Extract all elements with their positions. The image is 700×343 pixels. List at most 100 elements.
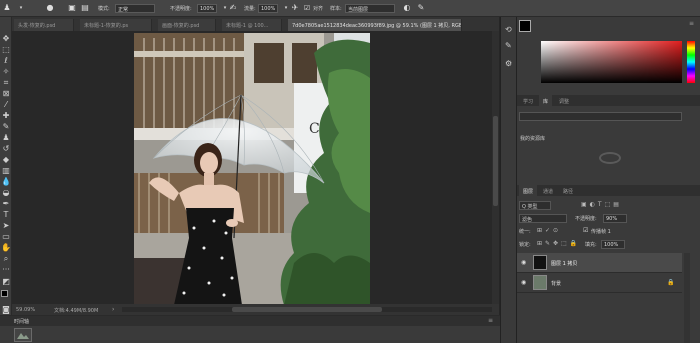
opacity-label: 不透明度:: [170, 6, 192, 12]
collapsed-panel-strip: ⟲ ✎ ⚙: [500, 17, 517, 343]
opacity-input[interactable]: 100%: [197, 4, 217, 13]
rectangle-tool-icon[interactable]: ▭: [1, 232, 11, 242]
more-tools-icon[interactable]: ···: [1, 265, 11, 275]
quick-mask-icon[interactable]: ◙: [1, 305, 11, 315]
layer-name[interactable]: 图层 1 拷贝: [551, 260, 577, 267]
horizontal-scrollbar-thumb[interactable]: [232, 307, 382, 312]
brush-settings-icon[interactable]: ▣: [67, 3, 77, 13]
blur-tool-icon[interactable]: 💧: [1, 177, 11, 187]
layer-opacity-input[interactable]: 90%: [603, 214, 627, 223]
creative-cloud-icon: [599, 152, 621, 164]
layer-row[interactable]: ◉ 背景 🔒: [517, 273, 682, 293]
frame-tool-icon[interactable]: ⊠: [1, 89, 11, 99]
clone-stamp-tool-icon[interactable]: ♟: [2, 3, 12, 13]
photo-illustration: C: [134, 33, 370, 305]
visibility-eye-icon[interactable]: ◉: [521, 279, 526, 286]
panel-menu-icon[interactable]: ≡: [689, 20, 694, 27]
pressure-opacity-icon[interactable]: ✍: [228, 3, 238, 13]
hue-slider[interactable]: [687, 41, 695, 83]
tools-panel: ✥ ⬚ ℓ ✧ ⌗ ⊠ ⁄ ✚ ✎ ♟ ↺ ◆ ▥ 💧 ◒ ✒ T ➤ ▭ ✋ …: [0, 17, 12, 323]
eyedropper-tool-icon[interactable]: ⁄: [1, 100, 11, 110]
mode-select[interactable]: 正常: [115, 4, 155, 13]
frame-thumbnail-icon: [15, 329, 31, 341]
color-field[interactable]: [541, 41, 682, 83]
layers-scrollbar[interactable]: [684, 253, 690, 343]
move-tool-icon[interactable]: ✥: [1, 34, 11, 44]
tab-document[interactable]: 画面-恢复的.psd: [158, 19, 216, 31]
type-tool-icon[interactable]: T: [1, 210, 11, 220]
panel-menu-icon[interactable]: ≡: [488, 317, 493, 324]
lock-label: 锁定:: [519, 242, 531, 248]
crop-tool-icon[interactable]: ⌗: [1, 78, 11, 88]
library-dropdown[interactable]: 我的资源库: [520, 135, 545, 142]
flow-input[interactable]: 100%: [258, 4, 278, 13]
gradient-tool-icon[interactable]: ▥: [1, 166, 11, 176]
default-colors-icon[interactable]: ◩: [1, 277, 11, 287]
healing-brush-tool-icon[interactable]: ✚: [1, 111, 11, 121]
dropdown-arrow-icon[interactable]: ▾: [16, 3, 26, 13]
lock-icons[interactable]: ⊞✎✥⬚🔒: [537, 240, 580, 247]
tab-adjustments[interactable]: 调整: [555, 95, 573, 106]
quick-select-tool-icon[interactable]: ✧: [1, 67, 11, 77]
library-search-input[interactable]: [519, 112, 682, 121]
hand-tool-icon[interactable]: ✋: [1, 243, 11, 253]
layers-panel-tabs: 图层 通道 路径: [517, 185, 700, 196]
tab-active-document[interactable]: 7d0e7805ae1512834deac360993f89.jpg @ 59.…: [288, 19, 462, 31]
tab-layers[interactable]: 图层: [519, 185, 538, 196]
zoom-tool-icon[interactable]: ⌕: [1, 254, 11, 264]
right-panels: ≡ 学习 库 调整 我的资源库 图层 通道 路径 Q 类型 ▣◐T⬚▤ 滤色 不…: [517, 17, 700, 343]
fg-color-swatch[interactable]: [519, 20, 531, 32]
tab-learn[interactable]: 学习: [519, 95, 537, 106]
brush-tool-icon[interactable]: ✎: [1, 122, 11, 132]
foreground-color-swatch[interactable]: [1, 290, 8, 297]
tab-document[interactable]: 头发-恢复的.psd: [14, 19, 74, 31]
adjustments-icon[interactable]: ⚙: [505, 59, 512, 68]
scrollbar-thumb[interactable]: [493, 116, 498, 206]
unify-icons[interactable]: ⊞✓⊙: [537, 227, 561, 234]
dodge-tool-icon[interactable]: ◒: [1, 188, 11, 198]
clone-source-icon[interactable]: ▤: [80, 3, 90, 13]
timeline-title[interactable]: 时间轴: [14, 318, 29, 325]
pressure-size-icon[interactable]: ✎: [416, 3, 426, 13]
horizontal-scrollbar[interactable]: [122, 307, 492, 312]
tab-document[interactable]: 未标题-1-恢复的.ps: [80, 19, 152, 31]
canvas-vertical-scrollbar[interactable]: [492, 31, 499, 304]
marquee-tool-icon[interactable]: ⬚: [1, 45, 11, 55]
airbrush-icon[interactable]: ✈: [290, 3, 300, 13]
timeline-frame-thumbnail[interactable]: [14, 328, 32, 342]
library-panel-tabs: 学习 库 调整: [517, 95, 700, 106]
document-canvas-image[interactable]: C: [134, 33, 370, 305]
tab-channels[interactable]: 通道: [539, 185, 557, 196]
path-selection-tool-icon[interactable]: ➤: [1, 221, 11, 231]
propagate-checkbox-icon[interactable]: ☑: [583, 227, 588, 234]
lasso-tool-icon[interactable]: ℓ: [1, 56, 11, 66]
tab-document[interactable]: 未标题-1 @ 100...: [222, 19, 282, 31]
zoom-level[interactable]: 59.09%: [16, 307, 35, 313]
ignore-adjustment-icon[interactable]: ◐: [402, 3, 412, 13]
status-arrow-icon[interactable]: ›: [112, 306, 114, 313]
align-checkbox-icon[interactable]: ☑: [302, 3, 312, 13]
layer-filter-select[interactable]: Q 类型: [519, 201, 551, 210]
layer-row[interactable]: ◉ 图层 1 拷贝: [517, 253, 682, 273]
properties-icon[interactable]: ✎: [505, 41, 512, 50]
layer-thumbnail: [533, 275, 547, 290]
brush-preset-icon[interactable]: ●: [45, 3, 55, 13]
options-bar: ♟ ▾ ● ▣ ▤ 模式: 正常 不透明度: 100% ▾ ✍ 流量: 100%…: [0, 0, 700, 17]
layer-opacity-label: 不透明度:: [575, 216, 597, 222]
lock-icon: 🔒: [667, 279, 675, 286]
pen-tool-icon[interactable]: ✒: [1, 199, 11, 209]
tab-library[interactable]: 库: [539, 95, 553, 106]
history-brush-tool-icon[interactable]: ↺: [1, 144, 11, 154]
mode-label: 模式:: [98, 6, 110, 12]
clone-stamp-tool-icon[interactable]: ♟: [1, 133, 11, 143]
sample-label: 样本:: [330, 6, 342, 12]
eraser-tool-icon[interactable]: ◆: [1, 155, 11, 165]
layer-filter-icons[interactable]: ▣◐T⬚▤: [581, 201, 622, 208]
tab-paths[interactable]: 路径: [559, 185, 577, 196]
fill-input[interactable]: 100%: [601, 240, 625, 249]
layer-name[interactable]: 背景: [551, 280, 561, 287]
history-icon[interactable]: ⟲: [505, 25, 512, 34]
visibility-eye-icon[interactable]: ◉: [521, 259, 526, 266]
blend-mode-select[interactable]: 滤色: [519, 214, 567, 223]
sample-select[interactable]: 当前图层: [345, 4, 395, 13]
